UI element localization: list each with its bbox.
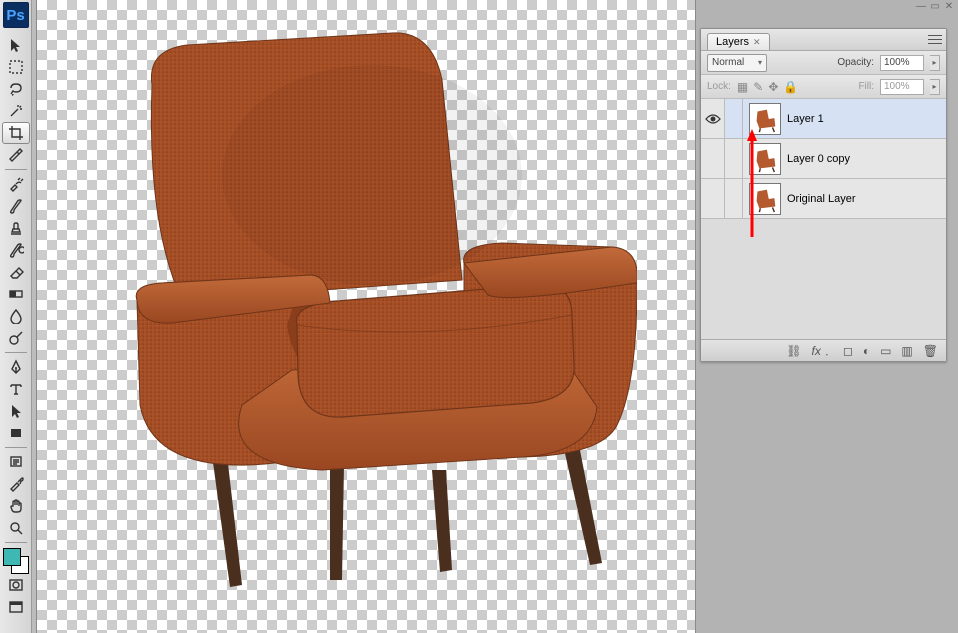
eraser-tool[interactable]: [2, 261, 30, 283]
quick-mask-toggle[interactable]: [2, 574, 30, 596]
history-brush-tool[interactable]: [2, 239, 30, 261]
layers-footer: ⛓ fx﹒ ◻ ◐ ▭ ▥ 🗑: [701, 339, 946, 361]
layer-name-label: Original Layer: [787, 193, 855, 205]
restore-button[interactable]: ▭: [930, 1, 940, 11]
new-layer-icon[interactable]: ▥: [901, 344, 912, 358]
type-tool[interactable]: [2, 378, 30, 400]
notes-tool[interactable]: [2, 451, 30, 473]
link-column: [725, 99, 743, 138]
healing-brush-tool[interactable]: [2, 173, 30, 195]
close-tab-icon[interactable]: ✕: [753, 37, 761, 48]
pen-tool[interactable]: [2, 356, 30, 378]
layer-thumbnail[interactable]: [749, 183, 781, 215]
clone-stamp-tool[interactable]: [2, 217, 30, 239]
layer-thumbnail[interactable]: [749, 143, 781, 175]
crop-tool[interactable]: [2, 122, 30, 144]
lock-transparency-icon[interactable]: ▦: [737, 80, 748, 94]
document-canvas[interactable]: [36, 0, 696, 633]
panel-tab-row: Layers ✕: [701, 29, 946, 51]
dodge-tool[interactable]: [2, 327, 30, 349]
zoom-tool[interactable]: [2, 517, 30, 539]
tool-strip: Ps: [0, 0, 32, 633]
lock-fill-row: Lock: ▦ ✎ ✥ 🔒 Fill: 100% ▸: [701, 75, 946, 99]
eyedropper-tool[interactable]: [2, 473, 30, 495]
magic-wand-tool[interactable]: [2, 100, 30, 122]
blend-opacity-row: Normal ▾ Opacity: 100% ▸: [701, 51, 946, 75]
tool-separator: [5, 169, 27, 170]
layers-tab[interactable]: Layers ✕: [707, 33, 770, 50]
gradient-tool[interactable]: [2, 283, 30, 305]
slice-tool[interactable]: [2, 144, 30, 166]
lock-icons-group: ▦ ✎ ✥ 🔒: [737, 80, 798, 94]
layers-tab-label: Layers: [716, 36, 749, 48]
opacity-flyout-icon[interactable]: ▸: [930, 55, 940, 71]
fill-flyout-icon[interactable]: ▸: [930, 79, 940, 95]
link-column: [725, 139, 743, 178]
opacity-input[interactable]: 100%: [880, 55, 924, 71]
visibility-toggle[interactable]: [701, 179, 725, 218]
hand-tool[interactable]: [2, 495, 30, 517]
lock-position-icon[interactable]: ✥: [768, 80, 778, 94]
minimize-button[interactable]: —: [916, 1, 926, 11]
layer-row[interactable]: Layer 0 copy: [701, 139, 946, 179]
blend-mode-value: Normal: [712, 57, 744, 68]
layers-list: Layer 1 Layer 0 copy Original Layer: [701, 99, 946, 339]
fill-input[interactable]: 100%: [880, 79, 924, 95]
app-logo: Ps: [3, 2, 29, 28]
tool-separator: [5, 542, 27, 543]
foreground-color-swatch[interactable]: [3, 548, 21, 566]
canvas-image-chair: [92, 25, 637, 605]
tool-separator: [5, 352, 27, 353]
layer-name-label: Layer 0 copy: [787, 153, 850, 165]
layer-name-label: Layer 1: [787, 113, 824, 125]
color-swatch[interactable]: [3, 548, 29, 574]
visibility-toggle[interactable]: [701, 99, 725, 138]
path-selection-tool[interactable]: [2, 400, 30, 422]
adjustment-layer-icon[interactable]: ◐: [863, 344, 870, 358]
layer-group-icon[interactable]: ▭: [880, 344, 891, 358]
move-tool[interactable]: [2, 34, 30, 56]
lock-pixels-icon[interactable]: ✎: [753, 80, 763, 94]
layers-panel: Layers ✕ Normal ▾ Opacity: 100% ▸ Lock: …: [700, 28, 947, 362]
opacity-label: Opacity:: [837, 57, 874, 68]
window-controls: — ▭ ✕: [916, 1, 954, 11]
layer-row[interactable]: Original Layer: [701, 179, 946, 219]
blur-tool[interactable]: [2, 305, 30, 327]
screen-mode-toggle[interactable]: [2, 596, 30, 618]
marquee-tool[interactable]: [2, 56, 30, 78]
lasso-tool[interactable]: [2, 78, 30, 100]
link-layers-icon[interactable]: ⛓: [786, 344, 801, 358]
panel-menu-icon[interactable]: [928, 33, 942, 45]
blend-mode-select[interactable]: Normal ▾: [707, 54, 767, 72]
delete-layer-icon[interactable]: 🗑: [923, 344, 938, 358]
layer-row[interactable]: Layer 1: [701, 99, 946, 139]
tool-separator: [5, 447, 27, 448]
link-column: [725, 179, 743, 218]
lock-all-icon[interactable]: 🔒: [783, 80, 798, 94]
close-button[interactable]: ✕: [944, 1, 954, 11]
right-panel-region: — ▭ ✕ Layers ✕ Normal ▾ Opacity: 100% ▸ …: [696, 0, 958, 633]
lock-label: Lock:: [707, 81, 731, 92]
layer-style-icon[interactable]: fx﹒: [812, 342, 833, 359]
layer-mask-icon[interactable]: ◻: [843, 344, 853, 358]
canvas-area: [32, 0, 696, 633]
visibility-toggle[interactable]: [701, 139, 725, 178]
fill-label: Fill:: [858, 81, 874, 92]
layer-thumbnail[interactable]: [749, 103, 781, 135]
brush-tool[interactable]: [2, 195, 30, 217]
rectangle-shape-tool[interactable]: [2, 422, 30, 444]
chevron-down-icon: ▾: [758, 58, 762, 67]
